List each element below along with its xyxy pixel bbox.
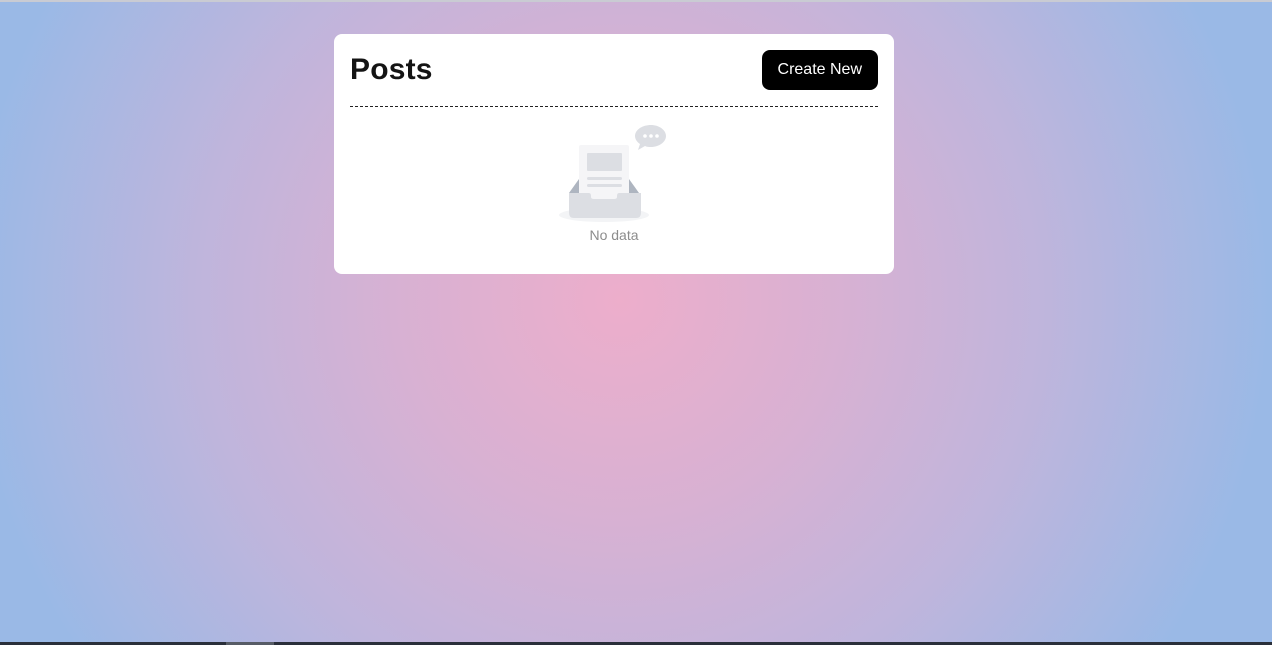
empty-state-text: No data [589,227,639,243]
empty-state: No data [350,107,878,243]
page-title: Posts [350,53,433,86]
empty-inbox-icon [559,125,666,222]
posts-card: Posts Create New No data [334,34,894,274]
create-new-button[interactable]: Create New [761,50,878,90]
window-top-border [0,0,1272,2]
card-header: Posts Create New [350,34,878,107]
